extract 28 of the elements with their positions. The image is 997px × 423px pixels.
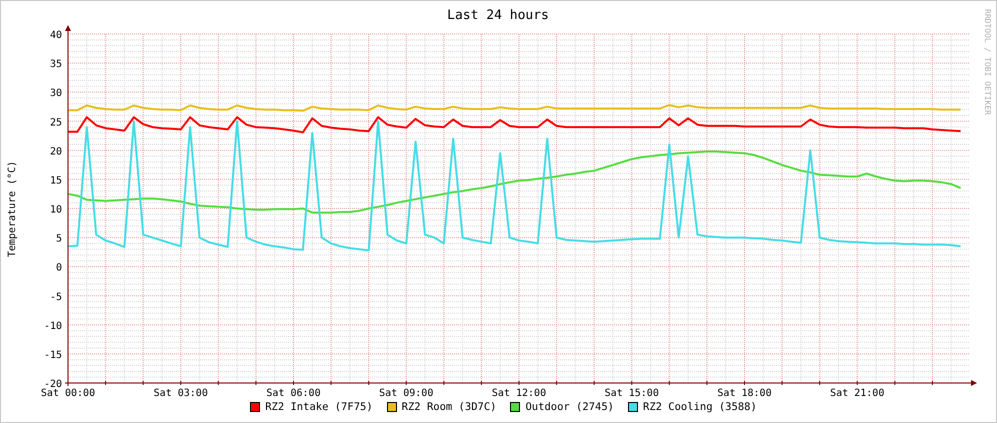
tick-label: 25 (50, 117, 62, 128)
tick-label: -10 (44, 320, 62, 332)
tick-label: 15 (50, 175, 62, 186)
legend-label: RZ2 Intake (7F75) (265, 401, 373, 413)
legend-label: RZ2 Room (3D7C) (402, 401, 496, 413)
tick-label: 30 (50, 88, 62, 100)
tick-label: 35 (50, 59, 62, 70)
tick-label: Sat 03:00 (154, 388, 208, 397)
tick-label: 5 (56, 234, 62, 245)
tick-label: Sat 12:00 (492, 388, 546, 397)
legend-label: RZ2 Cooling (3588) (643, 401, 757, 413)
tick-label: Sat 21:00 (830, 388, 884, 397)
tick-label: -15 (44, 350, 62, 361)
tick-label: Sat 00:00 (40, 388, 96, 397)
legend-label: Outdoor (2745) (525, 401, 614, 413)
credit-label: RRDTOOL / TOBI OETIKER (983, 9, 992, 115)
tick-label: -20 (44, 379, 62, 390)
tick-label: -5 (50, 292, 62, 303)
tick-label: 40 (50, 30, 62, 41)
tick-label: 20 (50, 146, 62, 158)
tick-label: Sat 09:00 (379, 388, 434, 397)
tick-label: Sat 06:00 (266, 388, 321, 397)
tick-label: 10 (50, 204, 62, 216)
tick-label: Sat 15:00 (604, 388, 659, 397)
tick-label: 0 (56, 262, 62, 274)
tick-label: Sat 18:00 (717, 388, 772, 397)
axis-label: Temperature (°C) (7, 160, 18, 258)
chart-title: Last 24 hours (447, 8, 549, 23)
